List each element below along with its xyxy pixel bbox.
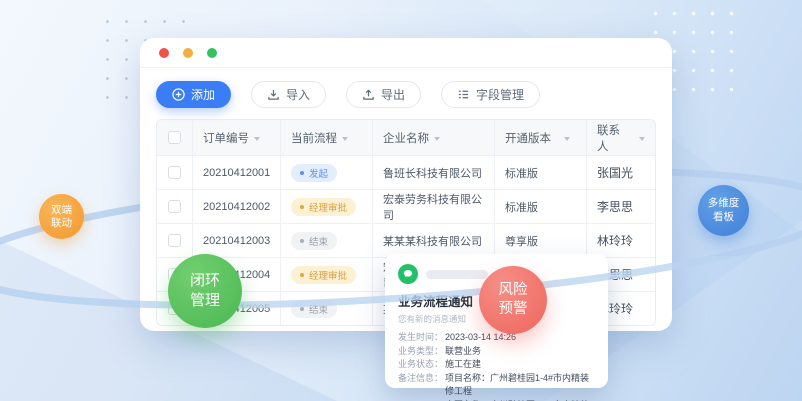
sort-icon[interactable] xyxy=(342,135,348,141)
row-checkbox[interactable] xyxy=(168,200,181,213)
window-titlebar xyxy=(140,38,672,68)
column-header-current-flow[interactable]: 当前流程 xyxy=(281,120,373,155)
add-button-label: 添加 xyxy=(191,86,215,103)
sort-icon[interactable] xyxy=(254,135,260,141)
column-header-order-no[interactable]: 订单编号 xyxy=(193,120,281,155)
toolbar: 添加 导入 导出 字段管理 xyxy=(156,81,656,108)
placeholder-bar xyxy=(426,270,488,279)
select-all-checkbox[interactable] xyxy=(168,131,181,144)
download-icon xyxy=(267,88,280,101)
notification-field: 发生时间： 2023-03-14 14:26 xyxy=(398,331,595,345)
field-management-button[interactable]: 字段管理 xyxy=(441,81,540,108)
status-badge: 经理审批 xyxy=(291,266,356,284)
column-header-contact[interactable]: 联系人 xyxy=(587,120,655,155)
row-checkbox[interactable] xyxy=(168,234,181,247)
table-row: 20210412002 经理审批 宏泰劳务科技有限公司 标准版 李思思 xyxy=(157,189,655,223)
import-button[interactable]: 导入 xyxy=(251,81,326,108)
sort-icon[interactable] xyxy=(564,135,570,141)
chat-bubble-icon xyxy=(398,264,418,284)
table-row: 20210412001 发起 鲁班长科技有限公司 标准版 张国光 xyxy=(157,155,655,189)
export-button[interactable]: 导出 xyxy=(346,81,421,108)
version-cell: 标准版 xyxy=(495,156,587,189)
feature-badge-multi-board: 多维度 看板 xyxy=(698,185,749,236)
feature-badge-dual-link: 双端 联动 xyxy=(39,194,84,239)
row-checkbox[interactable] xyxy=(168,166,181,179)
order-no-cell: 20210412003 xyxy=(193,224,281,257)
status-badge: 发起 xyxy=(291,164,337,182)
add-button[interactable]: 添加 xyxy=(156,81,231,108)
list-icon xyxy=(457,88,470,101)
traffic-light-yellow-icon[interactable] xyxy=(183,48,193,58)
upload-icon xyxy=(362,88,375,101)
traffic-light-red-icon[interactable] xyxy=(159,48,169,58)
status-badge: 结束 xyxy=(291,232,337,250)
remark-line: 项目名称：广州碧桂园1-4#市内精装修工程 xyxy=(445,372,595,399)
feature-badge-risk-alert: 风险 预警 xyxy=(479,266,547,334)
contact-cell: 张国光 xyxy=(587,156,655,189)
traffic-light-green-icon[interactable] xyxy=(207,48,217,58)
company-cell: 宏泰劳务科技有限公司 xyxy=(373,190,495,223)
table-header-row: 订单编号 当前流程 企业名称 开通版本 联系人 xyxy=(157,120,655,155)
circle-plus-icon xyxy=(172,88,185,101)
order-no-cell: 20210412001 xyxy=(193,156,281,189)
sort-icon[interactable] xyxy=(434,135,440,141)
import-button-label: 导入 xyxy=(286,86,310,103)
order-no-cell: 20210412002 xyxy=(193,190,281,223)
feature-badge-closed-loop: 闭环 管理 xyxy=(168,254,242,328)
status-dot-icon xyxy=(300,273,304,277)
table-row: 20210412003 结束 某某某科技有限公司 尊享版 林玲玲 xyxy=(157,223,655,257)
version-cell: 尊享版 xyxy=(495,224,587,257)
column-header-company[interactable]: 企业名称 xyxy=(373,120,495,155)
status-dot-icon xyxy=(300,239,304,243)
status-badge: 经理审批 xyxy=(291,198,356,216)
company-cell: 某某某科技有限公司 xyxy=(373,224,495,257)
status-badge: 结束 xyxy=(291,300,337,318)
status-dot-icon xyxy=(300,171,304,175)
notification-field: 业务类型： 联营业务 xyxy=(398,345,595,359)
hero-illustration: 添加 导入 导出 字段管理 xyxy=(0,0,802,401)
notification-field: 业务状态： 施工在建 xyxy=(398,358,595,372)
contact-cell: 李思思 xyxy=(587,190,655,223)
column-header-version[interactable]: 开通版本 xyxy=(495,120,587,155)
version-cell: 标准版 xyxy=(495,190,587,223)
status-dot-icon xyxy=(300,205,304,209)
export-button-label: 导出 xyxy=(381,86,405,103)
company-cell: 鲁班长科技有限公司 xyxy=(373,156,495,189)
status-dot-icon xyxy=(300,307,304,311)
sort-icon[interactable] xyxy=(639,135,645,141)
notification-remark: 备注信息： 项目名称：广州碧桂园1-4#市内精装修工程 合同名称：广州碧桂园1-… xyxy=(398,372,595,401)
field-management-button-label: 字段管理 xyxy=(476,86,524,103)
contact-cell: 林玲玲 xyxy=(587,224,655,257)
